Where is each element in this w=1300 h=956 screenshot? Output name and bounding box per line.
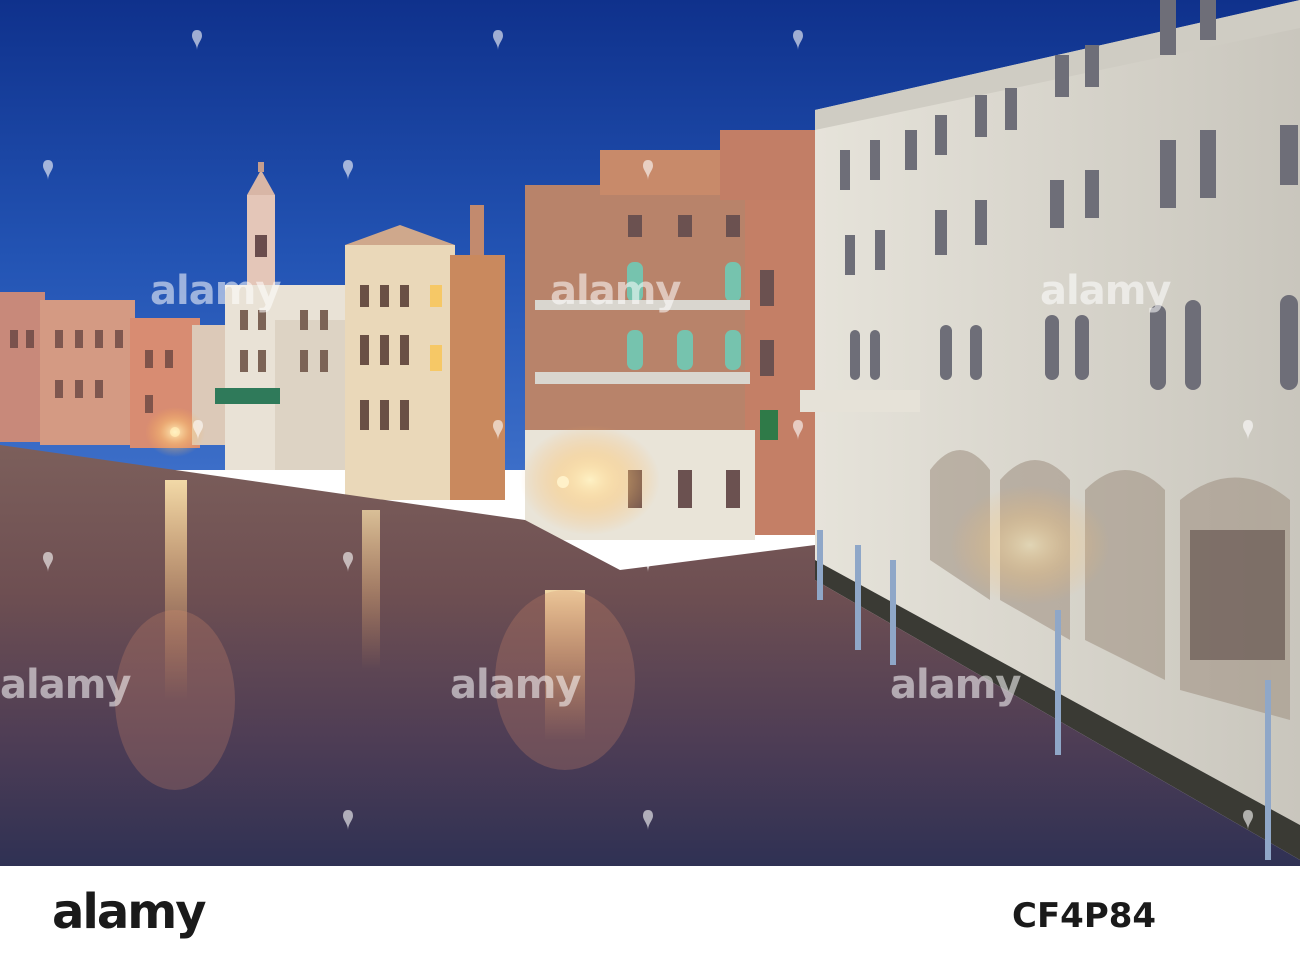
watermark-pin-icon	[643, 160, 653, 180]
palazzo-left	[215, 285, 350, 470]
watermark-pin-icon	[643, 810, 653, 830]
watermark-pin-icon	[793, 420, 803, 440]
palazzo-cream	[345, 205, 505, 500]
watermark-pin-icon	[793, 30, 803, 50]
venice-canal-photo: alamy alamy alamy alamy alamy alamy	[0, 0, 1300, 866]
watermark-pin-icon	[343, 810, 353, 830]
watermark-pin-icon	[193, 420, 203, 440]
watermark-pin-icon	[192, 30, 202, 50]
watermark-pin-icon	[1243, 810, 1253, 830]
watermark-pin-icon	[493, 30, 503, 50]
watermark-pin-icon	[643, 552, 653, 572]
footer-bar: alamy CF4P84	[0, 866, 1300, 956]
watermark-pin-icon	[493, 420, 503, 440]
watermark-pin-icon	[43, 160, 53, 180]
footer-logo[interactable]: alamy	[52, 884, 207, 940]
watermark-pin-icon	[343, 552, 353, 572]
watermark-pin-icon	[1243, 420, 1253, 440]
image-id: CF4P84	[1012, 896, 1157, 936]
watermark-pin-icon	[43, 552, 53, 572]
watermark-pin-icon	[343, 160, 353, 180]
